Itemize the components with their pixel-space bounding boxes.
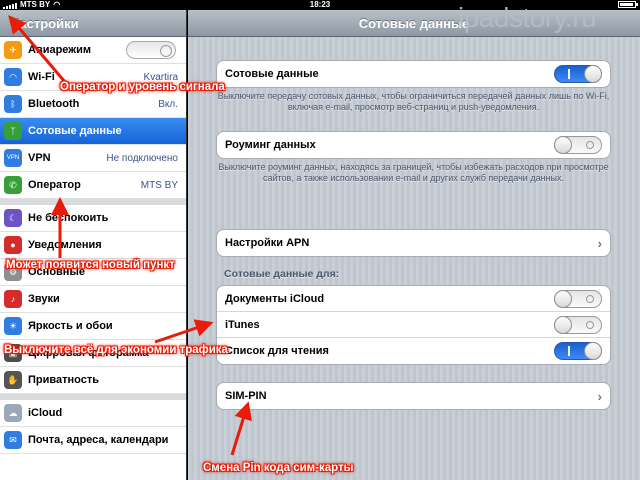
sidebar-item-label: iCloud bbox=[28, 407, 63, 419]
sidebar-group-connectivity: ✈ Авиарежим ◠ Wi-Fi Kvartira ᛒ Bluetooth… bbox=[0, 37, 186, 205]
cellular-data-row: Сотовые данные bbox=[217, 61, 610, 87]
icloud-docs-toggle[interactable] bbox=[554, 289, 602, 308]
app-label: Документы iCloud bbox=[225, 292, 325, 305]
hand-icon: ✋ bbox=[4, 371, 22, 389]
battery-icon bbox=[618, 1, 638, 8]
phone-icon: ✆ bbox=[4, 176, 22, 194]
itunes-toggle[interactable] bbox=[554, 315, 602, 334]
app-row-itunes: iTunes bbox=[217, 312, 610, 338]
vpn-icon: VPN bbox=[4, 149, 22, 167]
airplane-mode-toggle[interactable] bbox=[126, 41, 176, 59]
cloud-icon: ☁ bbox=[4, 404, 22, 422]
sidebar-title: Настройки bbox=[0, 10, 186, 37]
sidebar-item-privacy[interactable]: ✋ Приватность bbox=[0, 367, 186, 394]
sidebar-item-bluetooth[interactable]: ᛒ Bluetooth Вкл. bbox=[0, 91, 186, 118]
sidebar-item-value: Не подключено bbox=[106, 152, 178, 164]
sidebar-item-label: Bluetooth bbox=[28, 98, 80, 110]
airplane-icon: ✈ bbox=[4, 41, 22, 59]
status-right bbox=[618, 0, 638, 8]
sidebar-item-label: Приватность bbox=[28, 374, 99, 386]
sidebar-item-value: MTS BY bbox=[140, 179, 178, 191]
sidebar-item-label: Сотовые данные bbox=[28, 125, 122, 137]
sidebar-item-sounds[interactable]: ♪ Звуки bbox=[0, 286, 186, 313]
app-label: Список для чтения bbox=[225, 345, 329, 357]
app-row-icloud-docs: Документы iCloud bbox=[217, 286, 610, 312]
sidebar-item-cellular[interactable]: ᛉ Сотовые данные bbox=[0, 118, 186, 145]
sidebar-group-accounts: ☁ iCloud ✉ Почта, адреса, календари bbox=[0, 400, 186, 454]
sidebar-item-vpn[interactable]: VPN VPN Не подключено bbox=[0, 145, 186, 172]
reading-list-toggle[interactable] bbox=[554, 342, 602, 360]
roaming-note: Выключите роуминг данных, находясь за гр… bbox=[218, 162, 609, 183]
speaker-icon: ♪ bbox=[4, 290, 22, 308]
chevron-right-icon: › bbox=[597, 235, 602, 251]
cellular-data-label: Сотовые данные bbox=[225, 68, 319, 80]
apps-group-label: Сотовые данные для: bbox=[224, 268, 340, 280]
sidebar-item-airplane[interactable]: ✈ Авиарежим bbox=[0, 37, 186, 64]
sidebar-item-mail[interactable]: ✉ Почта, адреса, календари bbox=[0, 427, 186, 454]
roaming-label: Роуминг данных bbox=[225, 139, 316, 151]
moon-icon: ☾ bbox=[4, 209, 22, 227]
notifications-icon: ● bbox=[4, 236, 22, 254]
cellular-data-toggle[interactable] bbox=[554, 65, 602, 83]
sim-pin-card[interactable]: SIM-PIN › bbox=[216, 382, 611, 410]
bluetooth-icon: ᛒ bbox=[4, 95, 22, 113]
sim-pin-row[interactable]: SIM-PIN › bbox=[217, 383, 610, 409]
annotation-disable-all: Выключите всё для экономии трафика bbox=[4, 344, 228, 356]
sidebar-item-notifications[interactable]: ● Уведомления bbox=[0, 232, 186, 259]
wifi-icon: ◠ bbox=[4, 68, 22, 86]
app-row-reading-list: Список для чтения bbox=[217, 338, 610, 364]
sim-pin-label: SIM-PIN bbox=[225, 390, 267, 402]
antenna-icon: ᛉ bbox=[4, 122, 22, 140]
apn-label: Настройки APN bbox=[225, 237, 310, 249]
annotation-new-item: Может появится новый пункт bbox=[6, 259, 175, 271]
sidebar-item-label: Оператор bbox=[28, 179, 81, 191]
roaming-row: Роуминг данных bbox=[217, 132, 610, 158]
roaming-card: Роуминг данных bbox=[216, 131, 611, 159]
cellular-data-note: Выключите передачу сотовых данных, чтобы… bbox=[217, 91, 610, 112]
sidebar-item-operator[interactable]: ✆ Оператор MTS BY bbox=[0, 172, 186, 199]
sidebar-item-label: Авиарежим bbox=[28, 44, 91, 56]
sidebar-item-do-not-disturb[interactable]: ☾ Не беспокоить bbox=[0, 205, 186, 232]
roaming-toggle[interactable] bbox=[554, 136, 602, 154]
cellular-settings-panel: Сотовые данные Сотовые данные Выключите … bbox=[188, 10, 640, 480]
mail-icon: ✉ bbox=[4, 431, 22, 449]
sidebar-item-label: Почта, адреса, календари bbox=[28, 434, 169, 446]
brightness-icon: ☀ bbox=[4, 317, 22, 335]
annotation-operator: Оператор и уровень сигнала bbox=[60, 81, 225, 93]
sidebar-item-icloud[interactable]: ☁ iCloud bbox=[0, 400, 186, 427]
app-label: iTunes bbox=[225, 318, 260, 331]
sidebar-item-label: Не беспокоить bbox=[28, 212, 109, 224]
apps-card: Документы iCloud iTunes Список для чтени… bbox=[216, 285, 611, 365]
sidebar-item-label: Звуки bbox=[28, 293, 60, 305]
annotation-sim-pin: Смена Pin кода сим-карты bbox=[203, 462, 354, 474]
apn-card[interactable]: Настройки APN › bbox=[216, 229, 611, 257]
sidebar-item-brightness[interactable]: ☀ Яркость и обои bbox=[0, 313, 186, 340]
sidebar-group-general: ☾ Не беспокоить ● Уведомления ⚙ Основные… bbox=[0, 205, 186, 400]
apn-row[interactable]: Настройки APN › bbox=[217, 230, 610, 256]
chevron-right-icon: › bbox=[597, 388, 602, 404]
sidebar-item-value: Вкл. bbox=[158, 98, 178, 110]
cellular-data-card: Сотовые данные bbox=[216, 60, 611, 88]
site-watermark: ipadstory.ru bbox=[458, 2, 597, 33]
sidebar-item-label: Яркость и обои bbox=[28, 320, 113, 332]
sidebar-item-label: VPN bbox=[28, 152, 51, 164]
sidebar-item-label: Уведомления bbox=[28, 239, 102, 251]
